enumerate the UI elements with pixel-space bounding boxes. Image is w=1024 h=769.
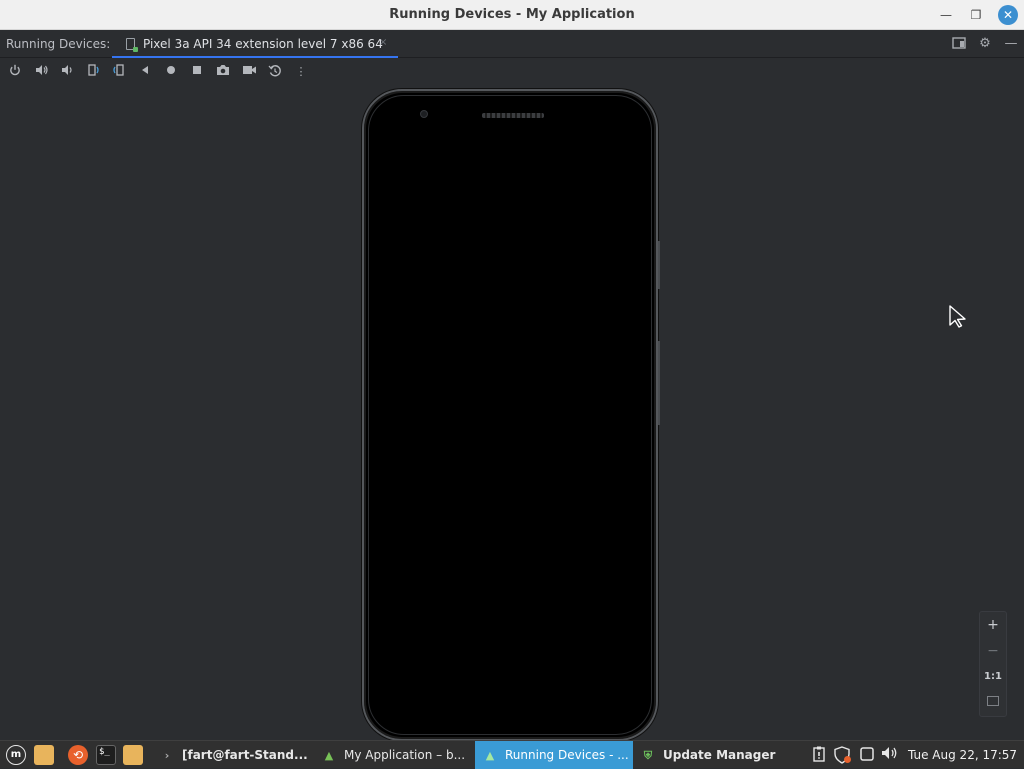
window-titlebar: Running Devices - My Application — ❐ ✕ (0, 0, 1024, 30)
device-icon (126, 38, 138, 52)
network-icon[interactable] (858, 746, 876, 764)
system-taskbar: m ⟲ $_ › [fart@fart-Stand... ▲ My Applicat… (0, 740, 1024, 769)
earpiece-speaker (482, 113, 544, 118)
device-display-area: + − 1:1 (0, 86, 1024, 741)
more-options-icon[interactable]: ⋮ (293, 64, 309, 80)
android-studio-icon: ▲ (324, 749, 334, 762)
taskbar-item-update-manager[interactable]: ⛨ Update Manager (633, 741, 783, 769)
taskbar-item-label: Running Devices - ... (505, 748, 629, 762)
rotate-left-icon[interactable] (85, 64, 101, 80)
home-icon[interactable] (163, 64, 179, 80)
minimize-panel-icon[interactable]: — (1003, 36, 1019, 52)
device-toolbar: ⋮ (0, 58, 1024, 86)
taskbar-item-running-devices[interactable]: ▲ Running Devices - ... (475, 741, 633, 769)
screen-record-icon[interactable] (241, 64, 257, 80)
running-devices-tabbar: Running Devices: Pixel 3a API 34 extensi… (0, 30, 1024, 59)
back-icon[interactable] (137, 64, 153, 80)
layout-icon[interactable] (951, 36, 967, 52)
shield-icon: ⛨ (643, 749, 653, 762)
minimize-icon[interactable]: — (937, 6, 955, 24)
zoom-in-button[interactable]: + (980, 614, 1006, 636)
taskbar-item-label: Update Manager (663, 748, 776, 762)
close-icon[interactable]: ✕ (998, 5, 1018, 25)
window-title: Running Devices - My Application (389, 7, 635, 22)
folder-icon[interactable] (123, 745, 143, 765)
volume-up-icon[interactable] (33, 64, 49, 80)
mint-menu-icon[interactable]: m (6, 745, 26, 765)
android-studio-icon: ▲ (485, 749, 495, 762)
power-icon[interactable] (7, 64, 23, 80)
snapshot-icon[interactable] (267, 64, 283, 80)
gear-icon[interactable]: ⚙ (977, 36, 993, 52)
overview-icon[interactable] (189, 64, 205, 80)
zoom-controls: + − 1:1 (979, 611, 1007, 717)
taskbar-item-label: [fart@fart-Stand... (182, 748, 308, 762)
device-frame[interactable] (362, 89, 660, 741)
volume-icon[interactable] (881, 746, 899, 764)
screenshot-icon[interactable] (215, 64, 231, 80)
zoom-out-button[interactable]: − (980, 640, 1006, 662)
running-devices-label: Running Devices: (6, 37, 111, 51)
files-icon[interactable] (34, 745, 54, 765)
tab-title: Pixel 3a API 34 extension level 7 x86 64 (143, 37, 383, 51)
taskbar-item-my-application[interactable]: ▲ My Application – b... (314, 741, 474, 769)
firefox-icon[interactable]: ⟲ (68, 745, 88, 765)
tab-pixel-3a[interactable]: Pixel 3a API 34 extension level 7 x86 64… (112, 30, 398, 59)
system-clock[interactable]: Tue Aug 22, 17:57 (908, 741, 1017, 769)
device-screen[interactable] (368, 95, 652, 735)
taskbar-item-terminal[interactable]: › [fart@fart-Stand... (152, 741, 314, 769)
terminal-icon: › (164, 749, 170, 762)
power-side-button (658, 241, 660, 289)
rotate-right-icon[interactable] (111, 64, 127, 80)
clipboard-icon[interactable] (810, 746, 828, 764)
tab-close-icon[interactable]: × (379, 37, 387, 48)
zoom-actual-size-button[interactable]: 1:1 (980, 666, 1006, 688)
update-shield-icon[interactable] (834, 746, 852, 764)
volume-side-button (658, 341, 660, 425)
zoom-fit-icon[interactable] (980, 690, 1006, 712)
front-camera-icon (420, 110, 428, 118)
maximize-icon[interactable]: ❐ (967, 6, 985, 24)
mouse-pointer-icon (948, 305, 968, 329)
taskbar-item-label: My Application – b... (344, 748, 466, 762)
terminal-icon[interactable]: $_ (96, 745, 116, 765)
volume-down-icon[interactable] (59, 64, 75, 80)
